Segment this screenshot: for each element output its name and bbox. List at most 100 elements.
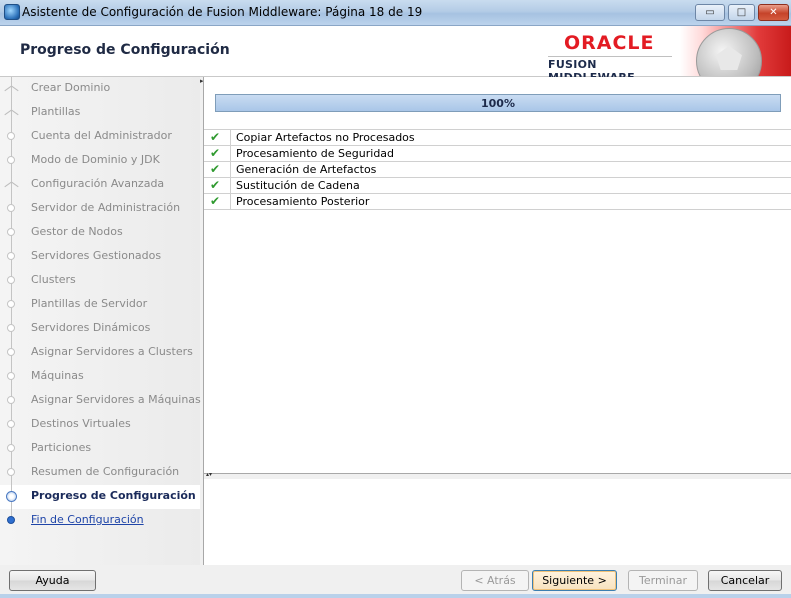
step-node-icon bbox=[7, 516, 15, 524]
minimize-button[interactable]: ▭ bbox=[695, 4, 725, 21]
help-button[interactable]: Ayuda bbox=[9, 570, 96, 591]
column-divider bbox=[230, 130, 231, 145]
check-icon: ✔ bbox=[210, 178, 221, 192]
window-bottom-border bbox=[0, 594, 791, 598]
task-label: Generación de Artefactos bbox=[236, 163, 377, 176]
sidebar-step-label: Configuración Avanzada bbox=[31, 177, 165, 190]
sidebar-step-label[interactable]: Fin de Configuración bbox=[31, 513, 144, 526]
sidebar-step: Plantillas bbox=[0, 101, 200, 125]
log-output-area bbox=[204, 479, 791, 565]
check-icon: ✔ bbox=[210, 130, 221, 144]
finish-button[interactable]: Terminar bbox=[628, 570, 698, 591]
sidebar-step-label: Particiones bbox=[31, 441, 92, 454]
sidebar-step-label: Servidor de Administración bbox=[31, 201, 181, 214]
sidebar-step: Servidores Dinámicos bbox=[0, 317, 200, 341]
step-node-icon bbox=[6, 491, 17, 502]
oracle-fusion-middleware-logo: ORACLE FUSION MIDDLEWARE bbox=[548, 32, 672, 84]
sidebar-step: Plantillas de Servidor bbox=[0, 293, 200, 317]
step-node-icon bbox=[7, 300, 15, 308]
column-divider bbox=[230, 194, 231, 209]
step-node-icon bbox=[7, 468, 15, 476]
step-branch-icon bbox=[5, 84, 18, 94]
wizard-header: Progreso de Configuración ORACLE FUSION … bbox=[0, 26, 791, 84]
sidebar-step: Cuenta del Administrador bbox=[0, 125, 200, 149]
back-button[interactable]: < Atrás bbox=[461, 570, 529, 591]
sidebar-step-label: Servidores Dinámicos bbox=[31, 321, 151, 334]
task-label: Sustitución de Cadena bbox=[236, 179, 360, 192]
sidebar-step: Asignar Servidores a Clusters bbox=[0, 341, 200, 365]
main-panel: 100% ✔ Copiar Artefactos no Procesados ✔ Pr… bbox=[203, 77, 791, 565]
task-row: ✔ Copiar Artefactos no Procesados bbox=[204, 129, 791, 146]
sidebar-step-label: Plantillas bbox=[31, 105, 81, 118]
check-icon: ✔ bbox=[210, 162, 221, 176]
sidebar-step-label: Clusters bbox=[31, 273, 76, 286]
sidebar-step[interactable]: Fin de Configuración bbox=[0, 509, 200, 533]
step-node-icon bbox=[7, 156, 15, 164]
sidebar-step: Particiones bbox=[0, 437, 200, 461]
sidebar-step-label: Modo de Dominio y JDK bbox=[31, 153, 160, 166]
sidebar-step: Progreso de Configuración bbox=[0, 485, 200, 509]
task-label: Procesamiento de Seguridad bbox=[236, 147, 395, 160]
next-button[interactable]: Siguiente > bbox=[532, 570, 617, 591]
sidebar-step-label: Máquinas bbox=[31, 369, 84, 382]
step-branch-icon bbox=[5, 180, 18, 190]
oracle-logo-text: ORACLE bbox=[564, 32, 655, 54]
sidebar-step: Configuración Avanzada bbox=[0, 173, 200, 197]
sidebar-step-label: Progreso de Configuración bbox=[31, 489, 196, 502]
task-label: Copiar Artefactos no Procesados bbox=[236, 131, 415, 144]
sidebar-step: Resumen de Configuración bbox=[0, 461, 200, 485]
sidebar-step-label: Destinos Virtuales bbox=[31, 417, 131, 430]
step-node-icon bbox=[7, 204, 15, 212]
step-node-icon bbox=[7, 420, 15, 428]
sidebar-step: Destinos Virtuales bbox=[0, 413, 200, 437]
check-icon: ✔ bbox=[210, 194, 221, 208]
app-icon bbox=[4, 4, 20, 20]
step-node-icon bbox=[7, 444, 15, 452]
task-row: ✔ Procesamiento Posterior bbox=[204, 194, 791, 210]
splitter-arrows-icon[interactable]: ▴▾ bbox=[206, 471, 212, 478]
sidebar-step: Servidor de Administración bbox=[0, 197, 200, 221]
check-icon: ✔ bbox=[210, 146, 221, 160]
sidebar-step-label: Servidores Gestionados bbox=[31, 249, 162, 262]
sidebar-step-label: Plantillas de Servidor bbox=[31, 297, 148, 310]
task-label: Procesamiento Posterior bbox=[236, 195, 370, 208]
cancel-button[interactable]: Cancelar bbox=[708, 570, 782, 591]
window-titlebar: Asistente de Configuración de Fusion Mid… bbox=[0, 0, 791, 26]
step-node-icon bbox=[7, 276, 15, 284]
task-row: ✔ Generación de Artefactos bbox=[204, 162, 791, 178]
step-node-icon bbox=[7, 396, 15, 404]
task-list: ✔ Copiar Artefactos no Procesados ✔ Procesa… bbox=[204, 129, 791, 210]
task-row: ✔ Sustitución de Cadena bbox=[204, 178, 791, 194]
sidebar-step-label: Gestor de Nodos bbox=[31, 225, 123, 238]
wizard-steps-sidebar: Crear Dominio Plantillas Cuenta del Admini… bbox=[0, 77, 201, 565]
task-row: ✔ Procesamiento de Seguridad bbox=[204, 146, 791, 162]
step-node-icon bbox=[7, 132, 15, 140]
sidebar-step: Gestor de Nodos bbox=[0, 221, 200, 245]
sidebar-step: Modo de Dominio y JDK bbox=[0, 149, 200, 173]
sidebar-step: Asignar Servidores a Máquinas bbox=[0, 389, 201, 413]
page-title: Progreso de Configuración bbox=[20, 42, 230, 58]
progress-percentage: 100% bbox=[481, 97, 515, 110]
sidebar-step-label: Resumen de Configuración bbox=[31, 465, 180, 478]
sidebar-step: Clusters bbox=[0, 269, 200, 293]
step-node-icon bbox=[7, 372, 15, 380]
step-node-icon bbox=[7, 228, 15, 236]
maximize-button[interactable]: □ bbox=[728, 4, 755, 21]
sidebar-step: Servidores Gestionados bbox=[0, 245, 200, 269]
step-node-icon bbox=[7, 348, 15, 356]
close-button[interactable]: ✕ bbox=[758, 4, 789, 21]
column-divider bbox=[230, 162, 231, 177]
sidebar-step-label: Crear Dominio bbox=[31, 81, 111, 94]
sidebar-step: Máquinas bbox=[0, 365, 200, 389]
step-branch-icon bbox=[5, 108, 18, 118]
column-divider bbox=[230, 178, 231, 193]
column-divider bbox=[230, 146, 231, 161]
step-node-icon bbox=[7, 324, 15, 332]
sidebar-step: Crear Dominio bbox=[0, 77, 200, 101]
sidebar-step-label: Asignar Servidores a Clusters bbox=[31, 345, 193, 358]
progress-bar: 100% bbox=[215, 94, 781, 112]
logo-divider bbox=[548, 56, 672, 57]
sidebar-step-label: Asignar Servidores a Máquinas bbox=[31, 393, 201, 406]
sidebar-step-label: Cuenta del Administrador bbox=[31, 129, 172, 142]
step-node-icon bbox=[7, 252, 15, 260]
